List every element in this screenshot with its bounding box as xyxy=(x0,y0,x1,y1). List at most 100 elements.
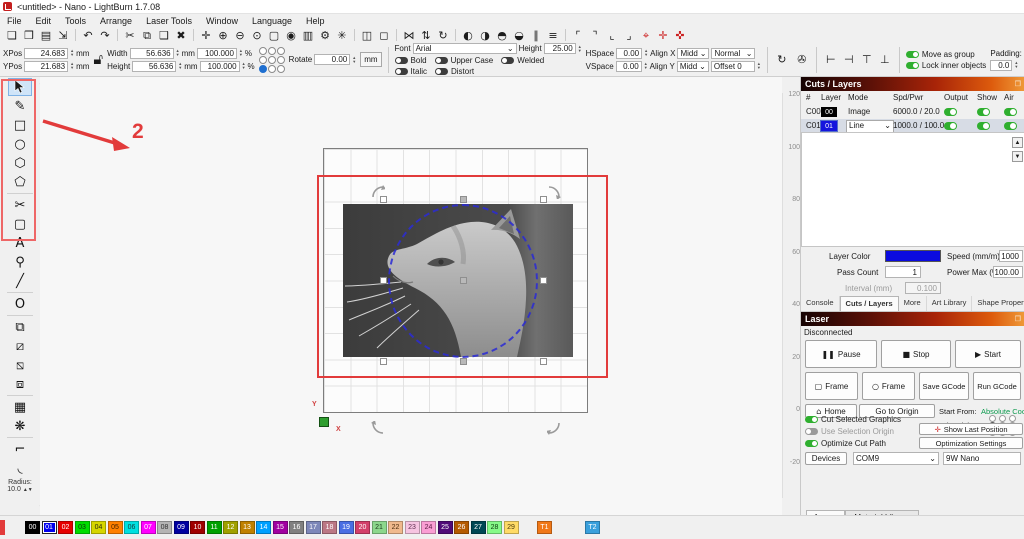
save-gcode-button[interactable]: Save GCode xyxy=(919,372,969,400)
draw-lines-tool[interactable]: ✎ xyxy=(8,97,32,115)
palette-swatch-08[interactable]: 08 xyxy=(157,521,172,534)
selection-handle[interactable] xyxy=(540,277,547,284)
pin-icon[interactable]: ❐ xyxy=(1015,315,1021,323)
palette-swatch-07[interactable]: 07 xyxy=(141,521,156,534)
port-combo[interactable]: COM9⌄ xyxy=(853,452,939,465)
pan-icon[interactable]: ✛ xyxy=(198,28,214,43)
run-gcode-button[interactable]: Run GCode xyxy=(973,372,1021,400)
align-x-combo[interactable]: Midd⌄ xyxy=(677,48,709,59)
open-file-icon[interactable]: ❒ xyxy=(21,28,37,43)
bold-toggle[interactable]: Bold xyxy=(395,56,427,65)
palette-swatch-16[interactable]: 16 xyxy=(289,521,304,534)
boolean-union-tool[interactable]: ⧉ xyxy=(8,318,32,336)
anchor-cell-2-1[interactable] xyxy=(268,65,276,73)
distribute-vertical-icon[interactable]: ≡ xyxy=(545,28,561,43)
selection-handle[interactable] xyxy=(460,358,467,365)
align-edge-top-icon[interactable]: ⊤ xyxy=(859,52,875,67)
redo-icon[interactable]: ↷ xyxy=(97,28,113,43)
anchor-cell-1-0[interactable] xyxy=(259,56,267,64)
radius-input[interactable]: 10.0 ▲▼ xyxy=(0,486,40,493)
palette-swatch-29[interactable]: 29 xyxy=(504,521,519,534)
palette-swatch-14[interactable]: 14 xyxy=(256,521,271,534)
anchor-cell-0-0[interactable] xyxy=(259,47,267,55)
width-pct-input[interactable]: 100.000 xyxy=(197,48,237,59)
move-lower-right-icon[interactable]: ⌟ xyxy=(621,28,637,43)
layer-color-chip[interactable]: 01 xyxy=(821,121,837,131)
height-input[interactable]: 56.636 xyxy=(132,61,176,72)
delete-icon[interactable]: ✖ xyxy=(173,28,189,43)
tab-console[interactable]: Console xyxy=(801,296,840,311)
cut-selected-toggle[interactable]: Cut Selected Graphics xyxy=(805,415,901,424)
move-laser-to-position-icon[interactable]: ✛ xyxy=(655,28,671,43)
tab-more[interactable]: More xyxy=(899,296,927,311)
palette-swatch-00[interactable]: 00 xyxy=(25,521,40,534)
align-y-combo[interactable]: Midd⌄ xyxy=(677,61,709,72)
start-button[interactable]: ▶Start xyxy=(955,340,1021,368)
layer-down-button[interactable]: ▼ xyxy=(1012,151,1023,162)
palette-swatch-20[interactable]: 20 xyxy=(355,521,370,534)
edit-nodes-tool[interactable]: ▢ xyxy=(8,215,32,233)
align-bottom-icon[interactable]: ◒ xyxy=(511,28,527,43)
vspace-input[interactable]: 0.00 xyxy=(616,61,642,72)
frame-selection-icon[interactable]: ▢ xyxy=(266,28,282,43)
hspace-input[interactable]: 0.00 xyxy=(616,48,642,59)
cut-shapes-tool[interactable]: ✂ xyxy=(8,196,32,214)
radius-corner-tool[interactable]: ◟ xyxy=(8,459,32,477)
layer-list-area[interactable] xyxy=(801,132,1024,247)
palette-swatch-26[interactable]: 26 xyxy=(454,521,469,534)
lock-aspect-icon[interactable]: 🔓︎ xyxy=(93,52,103,67)
speed-input[interactable]: 1000 xyxy=(999,250,1023,262)
copy-icon[interactable]: ⧉ xyxy=(139,28,155,43)
edit-canvas[interactable]: Y X xyxy=(40,77,782,515)
menu-file[interactable]: File xyxy=(0,14,29,27)
palette-swatch-03[interactable]: 03 xyxy=(75,521,90,534)
power-max-input[interactable]: 100.00 xyxy=(993,266,1023,278)
palette-swatch-13[interactable]: 13 xyxy=(240,521,255,534)
palette-swatch-24[interactable]: 24 xyxy=(421,521,436,534)
job-origin-cell-0-2[interactable] xyxy=(1009,415,1016,422)
palette-swatch-19[interactable]: 19 xyxy=(339,521,354,534)
pass-count-input[interactable]: 1 xyxy=(885,266,921,278)
zoom-in-icon[interactable]: ⊕ xyxy=(215,28,231,43)
move-upper-left-icon[interactable]: ⌜ xyxy=(570,28,586,43)
align-left-icon[interactable]: ◐ xyxy=(460,28,476,43)
show-toggle[interactable] xyxy=(977,122,990,130)
rotate-input[interactable]: 0.00 xyxy=(314,54,350,65)
ypos-input[interactable]: 21.683 xyxy=(24,61,68,72)
output-toggle[interactable] xyxy=(944,108,957,116)
menu-help[interactable]: Help xyxy=(299,14,332,27)
paste-icon[interactable]: ❑ xyxy=(156,28,172,43)
offset-tool[interactable]: O xyxy=(8,295,32,313)
palette-swatch-11[interactable]: 11 xyxy=(207,521,222,534)
optimize-cut-path-toggle[interactable]: Optimize Cut Path xyxy=(805,439,886,448)
width-input[interactable]: 56.636 xyxy=(130,48,174,59)
palette-swatch-01[interactable]: 01 xyxy=(42,521,57,534)
font-height-spinner[interactable]: ▲▼ xyxy=(578,45,582,53)
save-file-icon[interactable]: ▤ xyxy=(38,28,54,43)
align-edge-bottom-icon[interactable]: ⊥ xyxy=(877,52,893,67)
palette-swatch-02[interactable]: 02 xyxy=(58,521,73,534)
anchor-cell-1-2[interactable] xyxy=(277,56,285,64)
menu-language[interactable]: Language xyxy=(245,14,299,27)
sync-icon[interactable]: ↻ xyxy=(774,52,790,67)
text-tool[interactable]: A xyxy=(8,234,32,252)
rotate-handle[interactable] xyxy=(547,185,561,199)
devices-button[interactable]: Devices xyxy=(805,452,847,465)
stop-button[interactable]: ■Stop xyxy=(881,340,951,368)
align-top-icon[interactable]: ◓ xyxy=(494,28,510,43)
boolean-intersect-tool[interactable]: ⧅ xyxy=(8,356,32,374)
move-to-center-icon[interactable]: ⌖ xyxy=(638,28,654,43)
move-as-group-toggle[interactable]: Move as group xyxy=(906,50,986,59)
job-origin-cell-0-1[interactable] xyxy=(999,415,1006,422)
tab-art-library[interactable]: Art Library xyxy=(927,296,973,311)
flip-vertical-icon[interactable]: ⇅ xyxy=(418,28,434,43)
palette-swatch-18[interactable]: 18 xyxy=(322,521,337,534)
frame-square-button[interactable]: ▢Frame xyxy=(805,372,858,400)
air-toggle[interactable] xyxy=(1004,122,1017,130)
selection-handle[interactable] xyxy=(460,196,467,203)
device-name-box[interactable]: 9W Nano xyxy=(943,452,1021,465)
rectangle-tool[interactable]: □ xyxy=(8,116,32,134)
offset-input[interactable]: Offset 0 xyxy=(711,61,755,72)
pin-icon[interactable]: ❐ xyxy=(1015,80,1021,88)
text-mode-combo[interactable]: Normal⌄ xyxy=(711,48,755,59)
